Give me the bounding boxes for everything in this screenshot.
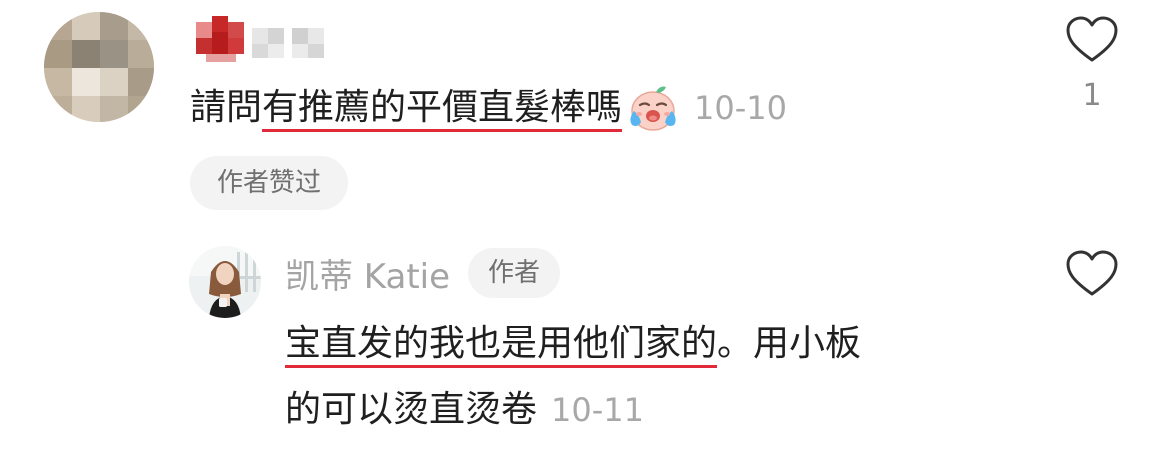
reply-date: 10-11	[551, 391, 644, 429]
author-badge: 作者	[468, 248, 561, 298]
reply-line-2: 的可以烫直烫卷 10-11	[285, 380, 1005, 440]
reply-highlighted-phrase[interactable]: 宝直发的我也是用他们家的	[285, 316, 717, 372]
comment-date: 10-10	[694, 89, 788, 127]
reply-line1-rest: 。用小板	[717, 323, 862, 364]
comment-prefix: 請問	[190, 87, 263, 128]
heart-outline-icon[interactable]	[1066, 16, 1118, 64]
like-count: 1	[1082, 78, 1102, 113]
reply-line2-text: 的可以烫直烫卷	[285, 389, 538, 430]
reply-author-avatar[interactable]	[189, 246, 261, 318]
commenter-username-pixelated[interactable]	[196, 16, 336, 64]
author-liked-badge: 作者赞过	[190, 156, 348, 210]
reply-text: 宝直发的我也是用他们家的 。用小板 的可以烫直烫卷 10-11	[285, 314, 1005, 440]
reply-header: 凯蒂 Katie 作者	[285, 246, 561, 300]
heart-outline-icon[interactable]	[1066, 250, 1118, 298]
comment-highlighted-phrase[interactable]: 有推薦的平價直髮棒嗎	[262, 80, 622, 136]
commenter-avatar[interactable]	[44, 12, 154, 122]
reply-author-name[interactable]: 凯蒂 Katie	[285, 249, 450, 298]
crying-laughing-face-icon	[626, 83, 680, 133]
comment-text: 請問 有推薦的平價直髮棒嗎 10-10	[190, 80, 787, 136]
reply-line-1: 宝直发的我也是用他们家的 。用小板	[285, 314, 1005, 374]
